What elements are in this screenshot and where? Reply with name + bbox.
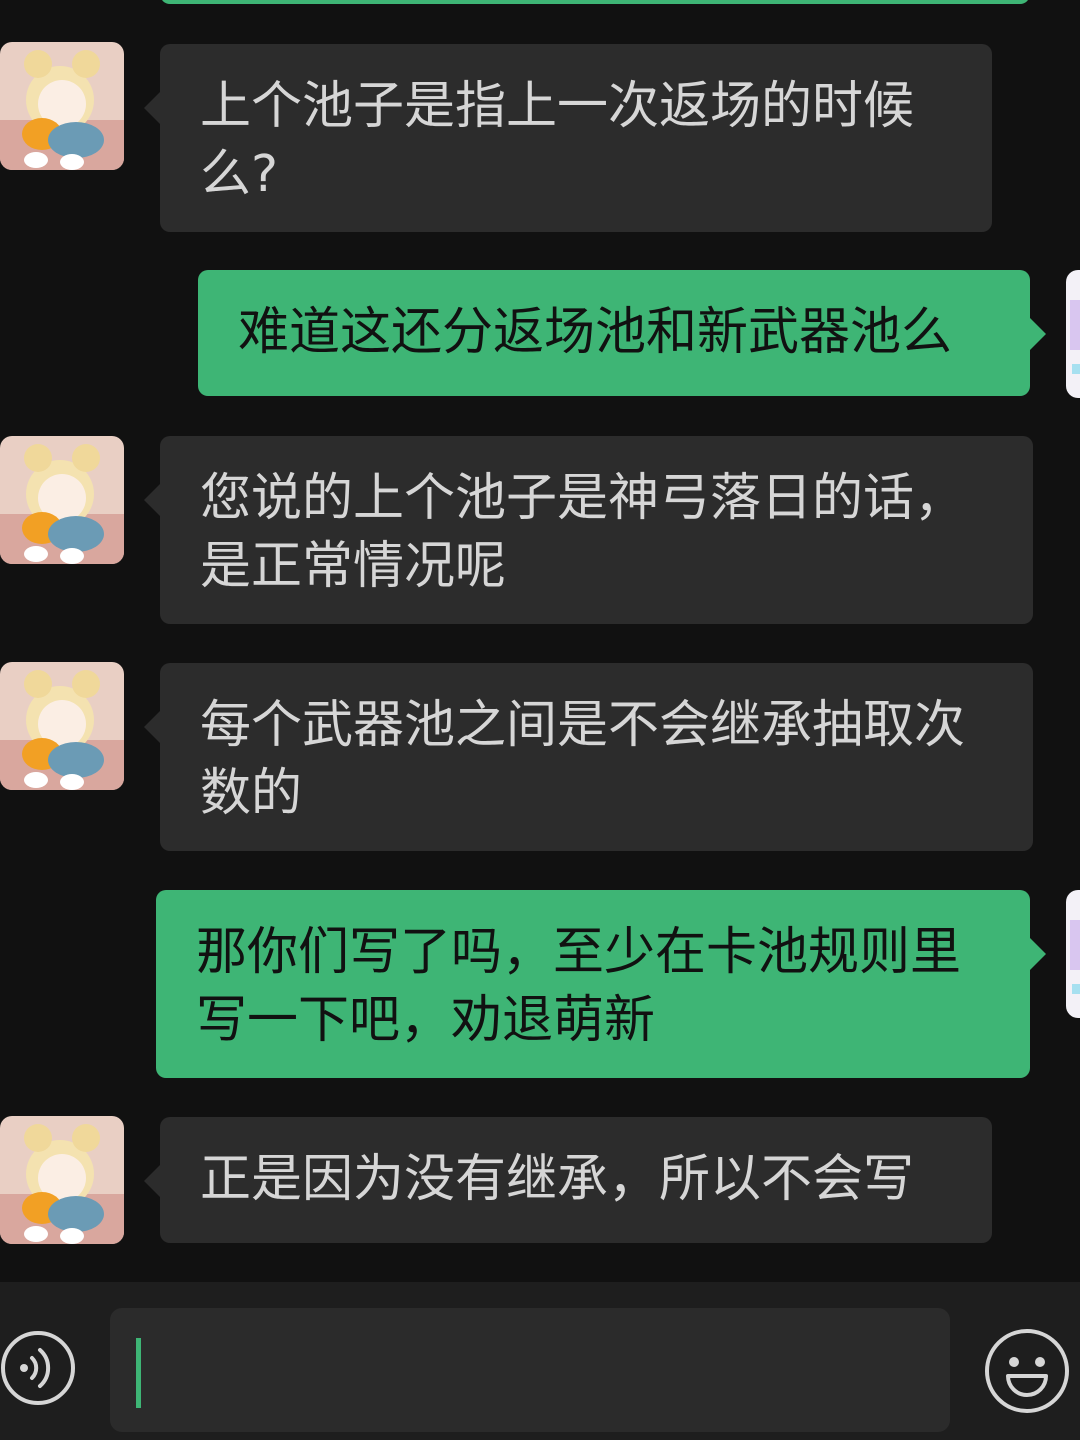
chat-message-list[interactable]: 上个池子是指上一次返场的时候 么? 难道这还分返场池和新武器池么 您说的上个池子… bbox=[0, 0, 1080, 1282]
my-avatar[interactable] bbox=[1066, 270, 1080, 398]
outgoing-bubble-partial bbox=[160, 0, 1030, 4]
text-caret bbox=[136, 1338, 141, 1408]
incoming-message-bubble[interactable]: 上个池子是指上一次返场的时候 么? bbox=[144, 44, 992, 232]
emoji-icon bbox=[985, 1329, 1069, 1413]
outgoing-message-bubble[interactable]: 那你们写了吗，至少在卡池规则里 写一下吧，劝退萌新 bbox=[156, 890, 1046, 1078]
incoming-message-bubble[interactable]: 每个武器池之间是不会继承抽取次 数的 bbox=[144, 663, 1033, 851]
emoji-button[interactable] bbox=[984, 1328, 1070, 1414]
contact-avatar[interactable] bbox=[0, 1116, 124, 1244]
contact-avatar[interactable] bbox=[0, 662, 124, 790]
message-input-bar bbox=[0, 1282, 1080, 1440]
voice-button[interactable] bbox=[0, 1330, 76, 1406]
contact-avatar[interactable] bbox=[0, 42, 124, 170]
incoming-message-bubble[interactable]: 正是因为没有继承，所以不会写 bbox=[144, 1117, 992, 1243]
voice-icon bbox=[1, 1331, 75, 1405]
message-text-input[interactable] bbox=[110, 1308, 950, 1432]
outgoing-message-bubble[interactable]: 难道这还分返场池和新武器池么 bbox=[198, 270, 1046, 396]
my-avatar[interactable] bbox=[1066, 890, 1080, 1018]
contact-avatar[interactable] bbox=[0, 436, 124, 564]
incoming-message-bubble[interactable]: 您说的上个池子是神弓落日的话， 是正常情况呢 bbox=[144, 436, 1033, 624]
